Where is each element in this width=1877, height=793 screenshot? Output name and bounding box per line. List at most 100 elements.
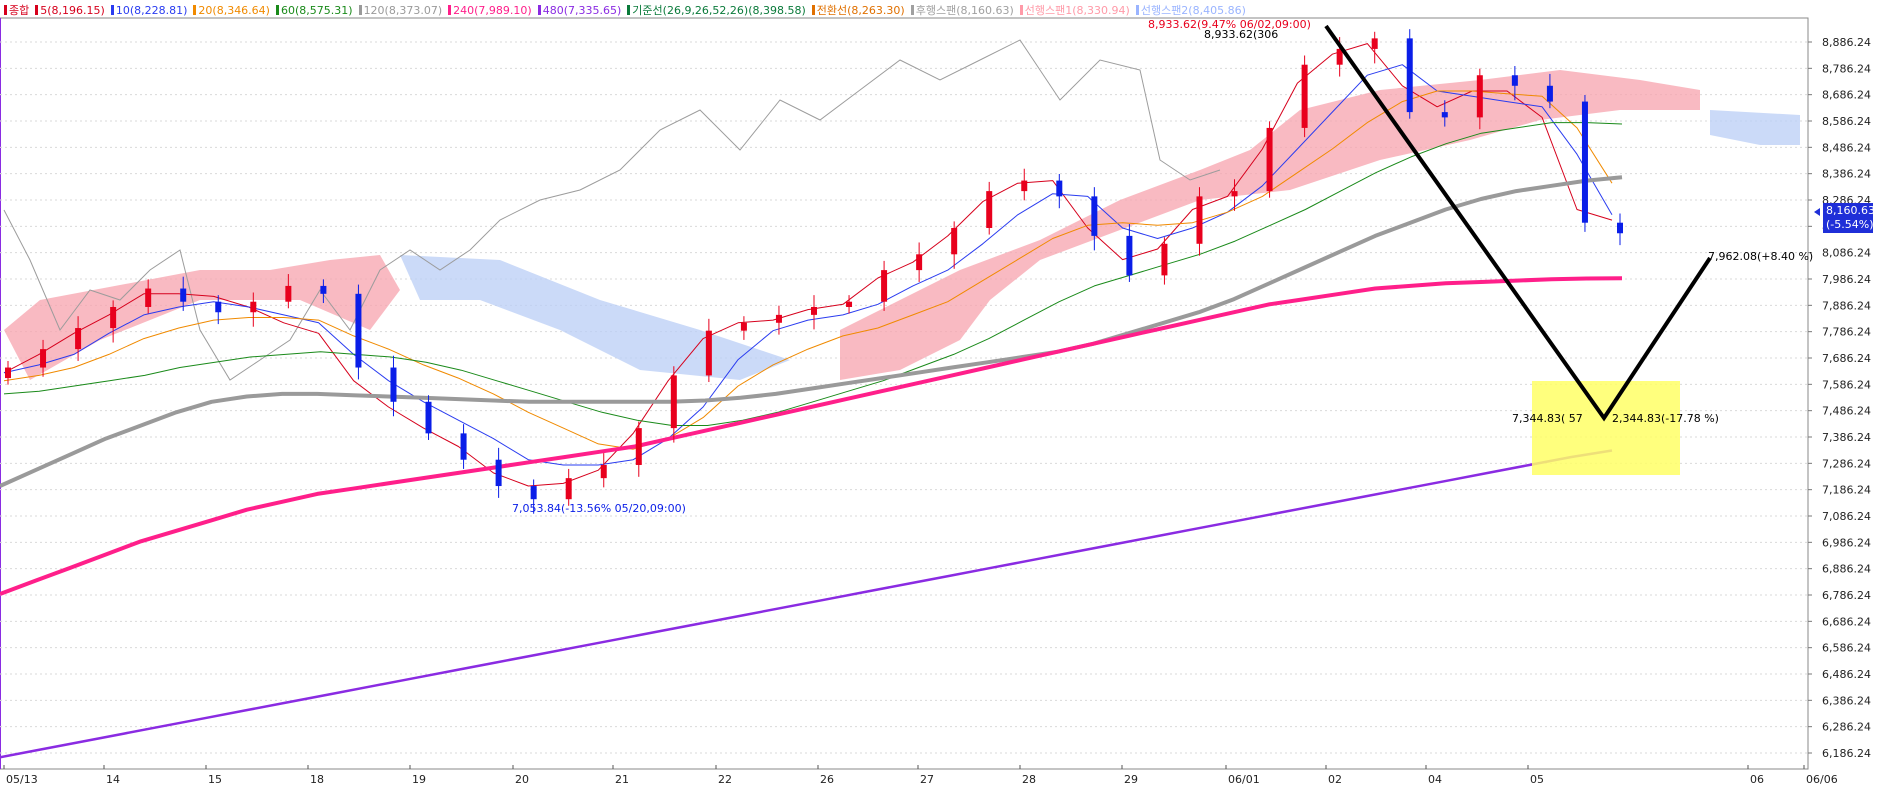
candle-body[interactable] [355,293,362,368]
candle-body[interactable] [986,191,993,228]
candle-body[interactable] [1476,75,1483,118]
y-tick-label: 7,486.24 [1822,405,1871,418]
y-tick-label: 8,386.24 [1822,168,1871,181]
legend-label: 선행스팬2(8,405.86) [1140,4,1246,17]
legend-label: 종합 [9,4,30,17]
candle-body[interactable] [1617,222,1623,234]
candle-body[interactable] [635,428,642,465]
y-tick-label: 7,986.24 [1822,273,1871,286]
candle-body[interactable] [1441,112,1448,118]
candle-body[interactable] [1406,38,1413,113]
chart-canvas[interactable]: 8,886.24 8,786.24 8,686.24 8,586.24 8,486.24… [0,0,1877,789]
candle-body[interactable] [250,301,257,313]
x-tick-label: 06/06 [1806,773,1838,786]
y-tick-label: 8,086.24 [1822,247,1871,260]
y-tick-label: 7,686.24 [1822,352,1871,365]
candle-body[interactable] [1546,85,1553,102]
y-tick-label: 6,286.24 [1822,721,1871,734]
candle-body[interactable] [916,254,923,271]
legend-swatch [910,5,914,15]
candle-body[interactable] [5,367,11,379]
candle-body[interactable] [846,301,853,307]
legend-label: 240(7,989.10) [453,4,532,17]
candle-body[interactable] [1161,243,1168,276]
legend-label: 20(8,346.64) [198,4,270,17]
candle-body[interactable] [951,227,958,255]
legend-swatch [811,5,815,15]
current-price-pointer [1814,208,1820,216]
legend-item: 5(8,196.15) [35,4,105,17]
candle-body[interactable] [1511,75,1518,86]
candle-body[interactable] [1266,127,1273,192]
candle-body[interactable] [775,314,782,323]
legend-swatch [275,5,279,15]
candle-body[interactable] [1231,191,1238,197]
candle-body[interactable] [670,375,677,429]
x-tick-label: 20 [515,773,529,786]
x-tick-label: 06 [1750,773,1764,786]
candle-body[interactable] [1371,38,1378,49]
y-tick-label: 7,086.24 [1822,510,1871,523]
candle-body[interactable] [600,464,607,479]
target-zone-box [1532,381,1680,475]
legend-item: 전환선(8,263.30) [811,4,905,17]
candle-body[interactable] [1056,180,1063,197]
candle-body[interactable] [460,433,467,460]
candle-body[interactable] [390,367,397,402]
candle-body[interactable] [110,306,117,329]
target-low-label-right: 2,344.83(-17.78 %) [1612,412,1719,425]
candle-body[interactable] [1021,180,1028,192]
x-tick-label: 26 [820,773,834,786]
x-tick-label: 04 [1428,773,1442,786]
y-tick-label: 7,786.24 [1822,326,1871,339]
current-change-label: (-5.54%) [1826,218,1874,231]
x-tick-label: 05/13 [6,773,38,786]
legend-swatch [537,5,541,15]
legend-swatch [1019,5,1023,15]
candle-body[interactable] [811,306,817,315]
low-annotation-label: 7,053.84(-13.56% 05/20,09:00) [512,502,686,515]
y-tick-label: 7,386.24 [1822,431,1871,444]
legend-swatch [35,5,39,15]
candle-body[interactable] [145,288,152,307]
candle-body[interactable] [565,478,572,500]
legend-item: 10(8,228.81) [110,4,187,17]
x-tick-label: 18 [310,773,324,786]
y-tick-label: 7,186.24 [1822,484,1871,497]
stock-chart[interactable]: 8,886.24 8,786.24 8,686.24 8,586.24 8,486.24… [0,0,1877,789]
candle-body[interactable] [1581,101,1588,223]
legend-item: 선행스팬2(8,405.86) [1135,4,1246,17]
legend-label: 5(8,196.15) [40,4,105,17]
candle-body[interactable] [180,288,187,302]
y-tick-label: 6,186.24 [1822,747,1871,760]
candle-body[interactable] [740,322,747,331]
candle-body[interactable] [320,285,327,294]
candle-body[interactable] [705,330,712,376]
candle-body[interactable] [1091,196,1098,236]
candle-body[interactable] [285,285,292,302]
candle-body[interactable] [75,328,82,350]
target-low-label-left: 7,344.83( 57 [1512,412,1583,425]
legend-item: 480(7,335.65) [537,4,621,17]
legend-label: 후행스팬(8,160.63) [915,4,1014,17]
candle-body[interactable] [425,401,432,434]
candle-body[interactable] [1126,235,1133,276]
x-tick-label: 22 [718,773,732,786]
legend-item: 120(8,373.07) [358,4,443,17]
candle-body[interactable] [530,486,537,500]
y-tick-label: 6,586.24 [1822,642,1871,655]
legend-swatch [358,5,362,15]
candle-body[interactable] [1196,196,1203,244]
y-tick-label: 7,286.24 [1822,457,1871,470]
candle-body[interactable] [881,270,888,302]
legend-item: 종합 [4,4,29,17]
candle-body[interactable] [1301,64,1308,128]
candle-body[interactable] [215,301,222,313]
current-price-label: 8,160.63 [1826,204,1875,217]
candle-body[interactable] [40,349,47,368]
candle-body[interactable] [495,459,502,487]
y-tick-label: 6,486.24 [1822,668,1871,681]
legend-label: 120(8,373.07) [363,4,443,17]
legend-label: 60(8,575.31) [280,4,353,17]
y-tick-label: 6,986.24 [1822,536,1871,549]
